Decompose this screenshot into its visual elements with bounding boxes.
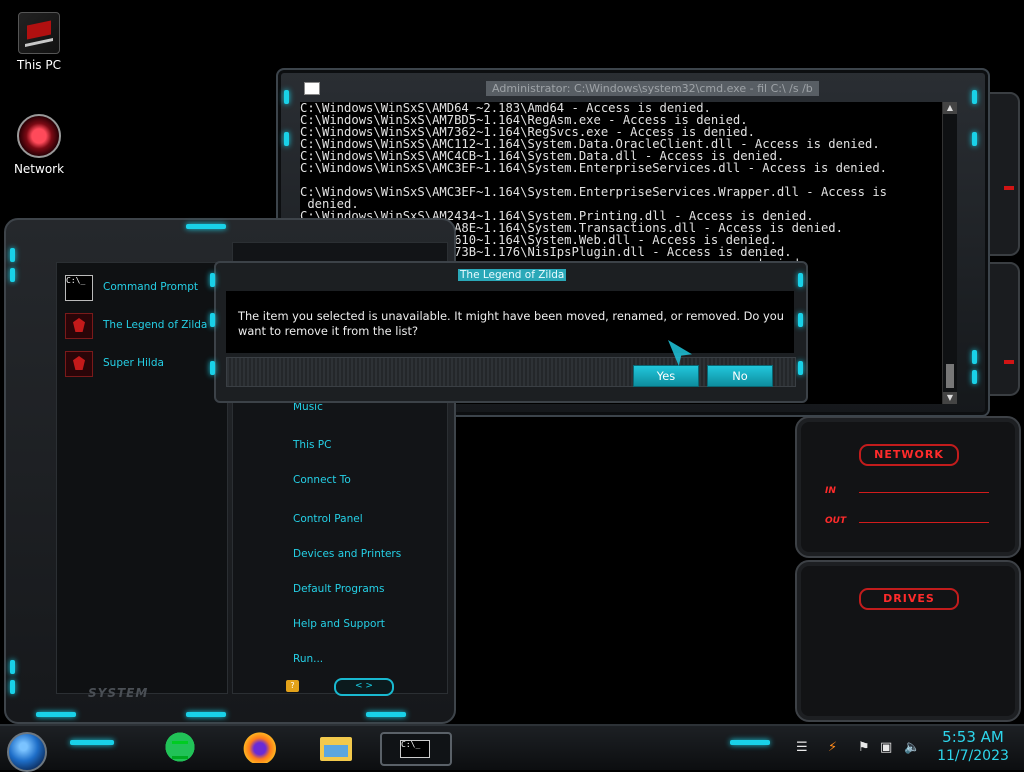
dialog-message-area: The item you selected is unavailable. It… <box>226 291 794 353</box>
program-item-super-hilda[interactable]: Super Hilda <box>63 349 223 379</box>
console-title: Administrator: C:\Windows\system32\cmd.e… <box>486 81 819 96</box>
red-indicator <box>1004 360 1014 364</box>
cyan-indicator <box>10 248 15 262</box>
game-icon <box>65 351 93 377</box>
console-line: C:\Windows\WinSxS\AMC3EF~1.164\System.En… <box>300 161 887 175</box>
cyan-indicator <box>210 361 215 375</box>
desktop-icon-label: Network <box>13 162 65 176</box>
cyan-indicator <box>798 313 803 327</box>
no-button[interactable]: No <box>707 365 773 387</box>
clock-time[interactable]: 5:53 AM <box>938 728 1008 746</box>
network-out-label: OUT <box>825 516 847 526</box>
program-label: Command Prompt <box>103 281 198 293</box>
scroll-up-arrow-icon[interactable]: ▲ <box>943 102 957 114</box>
program-label: The Legend of Zilda <box>103 319 208 331</box>
drives-gadget[interactable]: DRIVES <box>795 560 1021 722</box>
desktop-icon-network[interactable]: Network <box>0 114 78 176</box>
cyan-indicator <box>36 712 76 717</box>
link-default-programs[interactable]: Default Programs <box>293 583 384 595</box>
network-icon[interactable]: ▣ <box>880 740 892 755</box>
drives-title: DRIVES <box>859 588 959 610</box>
cyan-indicator <box>972 370 977 384</box>
console-window-icon <box>304 82 320 95</box>
firefox-icon[interactable] <box>240 731 276 763</box>
cyan-indicator <box>972 350 977 364</box>
console-line: C:\Windows\WinSxS\AMC3EF~1.164\System.En… <box>300 185 887 199</box>
action-center-icon[interactable]: ☰ <box>796 740 808 755</box>
cyan-indicator <box>210 273 215 287</box>
cyan-indicator <box>10 268 15 282</box>
cyan-indicator <box>186 712 226 717</box>
computer-icon <box>18 12 60 54</box>
flag-icon[interactable]: ⚑ <box>858 740 870 755</box>
network-title: NETWORK <box>859 444 959 466</box>
cyan-indicator <box>284 132 289 146</box>
cmd-icon: C:\_ <box>65 275 93 301</box>
cyan-indicator <box>972 132 977 146</box>
start-button[interactable] <box>7 732 47 772</box>
link-connect-to[interactable]: Connect To <box>293 474 351 486</box>
network-gadget[interactable]: NETWORK IN OUT <box>795 416 1021 558</box>
console-scrollbar[interactable]: ▲ ▼ <box>942 102 957 404</box>
program-item-legend-of-zilda[interactable]: The Legend of Zilda <box>63 311 223 341</box>
link-help-and-support[interactable]: Help and Support <box>293 618 385 630</box>
power-icon[interactable]: ⚡ <box>828 740 837 755</box>
cyan-indicator <box>284 90 289 104</box>
cyan-indicator <box>730 740 770 745</box>
unavailable-item-dialog[interactable]: The Legend of Zilda The item you selecte… <box>210 261 808 403</box>
network-in-label: IN <box>825 486 836 496</box>
cyan-indicator <box>366 712 406 717</box>
link-this-pc[interactable]: This PC <box>293 439 331 451</box>
link-run[interactable]: Run... <box>293 653 323 665</box>
dialog-title: The Legend of Zilda <box>458 269 567 281</box>
program-item-command-prompt[interactable]: C:\_ Command Prompt <box>63 273 223 303</box>
help-icon[interactable]: ? <box>286 680 299 692</box>
network-in-graph <box>859 492 989 493</box>
cyan-indicator <box>798 361 803 375</box>
spotify-icon[interactable] <box>162 731 198 763</box>
yes-button[interactable]: Yes <box>633 365 699 387</box>
scroll-down-arrow-icon[interactable]: ▼ <box>943 392 957 404</box>
programs-list: C:\_ Command Prompt The Legend of Zilda … <box>56 262 228 694</box>
cyan-indicator <box>210 313 215 327</box>
cyan-indicator <box>972 90 977 104</box>
volume-icon[interactable]: 🔈 <box>904 740 920 755</box>
cyan-indicator <box>10 660 15 674</box>
taskbar: C:\_ ☰ ⚡ ⚑ ▣ 🔈 5:53 AM 11/7/2023 <box>0 724 1024 772</box>
cyan-indicator <box>10 680 15 694</box>
program-label: Super Hilda <box>103 357 164 369</box>
network-globe-icon <box>17 114 61 158</box>
network-out-graph <box>859 522 989 523</box>
link-control-panel[interactable]: Control Panel <box>293 513 363 525</box>
link-devices-and-printers[interactable]: Devices and Printers <box>293 548 401 560</box>
cyan-indicator <box>186 224 226 229</box>
system-label: SYSTEM <box>88 686 149 700</box>
desktop-icon-label: This PC <box>17 58 61 72</box>
clock-date[interactable]: 11/7/2023 <box>930 748 1016 764</box>
nav-arrows-button[interactable]: < > <box>334 678 394 696</box>
red-indicator <box>1004 186 1014 190</box>
game-icon <box>65 313 93 339</box>
console-titlebar[interactable]: Administrator: C:\Windows\system32\cmd.e… <box>300 78 966 100</box>
command-prompt-taskbar-button[interactable]: C:\_ <box>380 732 452 766</box>
cyan-indicator <box>798 273 803 287</box>
dialog-message: The item you selected is unavailable. It… <box>238 309 784 338</box>
desktop-icon-this-pc[interactable]: This PC <box>0 12 78 72</box>
scroll-thumb[interactable] <box>946 364 954 388</box>
command-prompt-icon: C:\_ <box>400 740 430 758</box>
cyan-indicator <box>70 740 114 745</box>
file-explorer-icon[interactable] <box>318 731 354 763</box>
dialog-button-bar: Yes No <box>226 357 796 387</box>
